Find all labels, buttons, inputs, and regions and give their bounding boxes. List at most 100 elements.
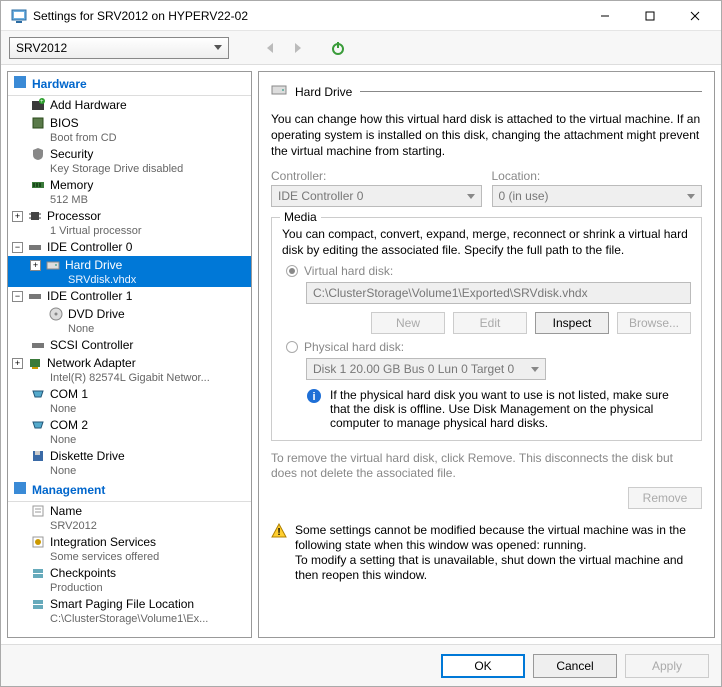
settings-window: Settings for SRV2012 on HYPERV22-02 SRV2… — [0, 0, 722, 687]
tree-paging-sub: C:\ClusterStorage\Volume1\Ex... — [8, 613, 251, 626]
dialog-footer: OK Cancel Apply — [1, 644, 721, 686]
tree-bios[interactable]: BIOS — [8, 114, 251, 132]
nav-back-button[interactable] — [259, 37, 281, 59]
tree-memory[interactable]: Memory — [8, 176, 251, 194]
scsi-icon — [30, 337, 46, 353]
apply-button: Apply — [625, 654, 709, 678]
tree-com2[interactable]: COM 2 — [8, 416, 251, 434]
expand-icon[interactable]: + — [12, 211, 23, 222]
minimize-button[interactable] — [582, 2, 627, 30]
tree-scsi[interactable]: SCSI Controller — [8, 336, 251, 354]
checkpoints-icon — [30, 565, 46, 581]
expand-icon[interactable]: + — [30, 260, 41, 271]
detail-panel: Hard Drive You can change how this virtu… — [258, 71, 715, 638]
com-port-icon — [30, 386, 46, 402]
management-icon — [14, 482, 26, 497]
tree-integration-sub: Some services offered — [8, 551, 251, 564]
tree-smart-paging[interactable]: Smart Paging File Location — [8, 595, 251, 613]
svg-text:+: + — [40, 99, 44, 105]
phd-radio: Physical hard disk: — [286, 340, 691, 354]
tree-com1[interactable]: COM 1 — [8, 385, 251, 403]
tree-diskette-sub: None — [8, 465, 251, 478]
remove-button: Remove — [628, 487, 702, 509]
warning-icon: ! — [271, 523, 287, 539]
close-button[interactable] — [672, 2, 717, 30]
media-groupbox: Media You can compact, convert, expand, … — [271, 217, 702, 441]
edit-button: Edit — [453, 312, 527, 334]
tree-network-sub: Intel(R) 82574L Gigabit Networ... — [8, 372, 251, 385]
name-icon — [30, 503, 46, 519]
tree-hard-drive[interactable]: +Hard Drive — [8, 256, 251, 274]
location-label: Location: — [492, 169, 703, 183]
media-title: Media — [280, 210, 321, 224]
tree-network-adapter[interactable]: +Network Adapter — [8, 354, 251, 372]
tree-integration[interactable]: Integration Services — [8, 533, 251, 551]
nav-forward-button[interactable] — [287, 37, 309, 59]
tree-diskette[interactable]: Diskette Drive — [8, 447, 251, 465]
power-button[interactable] — [327, 37, 349, 59]
tree-name-sub: SRV2012 — [8, 520, 251, 533]
vm-selector[interactable]: SRV2012 — [9, 37, 229, 59]
browse-button: Browse... — [617, 312, 691, 334]
tree-com1-sub: None — [8, 403, 251, 416]
info-icon: i — [306, 388, 322, 404]
window-title: Settings for SRV2012 on HYPERV22-02 — [33, 9, 582, 23]
tree-hard-drive-sub: SRVdisk.vhdx — [8, 274, 251, 287]
vhd-path-input: C:\ClusterStorage\Volume1\Exported\SRVdi… — [306, 282, 691, 304]
hardware-section-header: Hardware — [8, 72, 251, 96]
settings-tree[interactable]: Hardware +Add Hardware BIOSBoot from CD … — [7, 71, 252, 638]
management-section-header: Management — [8, 478, 251, 502]
media-desc: You can compact, convert, expand, merge,… — [282, 226, 691, 258]
panel-intro: You can change how this virtual hard dis… — [271, 111, 702, 159]
panel-heading: Hard Drive — [295, 85, 352, 99]
dvd-icon — [48, 306, 64, 322]
vm-selector-value: SRV2012 — [16, 41, 67, 55]
svg-text:!: ! — [277, 527, 280, 538]
tree-dvd-sub: None — [8, 323, 251, 336]
new-button: New — [371, 312, 445, 334]
tree-name[interactable]: Name — [8, 502, 251, 520]
hard-drive-icon — [271, 82, 287, 101]
warning-text: Some settings cannot be modified because… — [295, 523, 702, 583]
tree-processor-sub: 1 Virtual processor — [8, 225, 251, 238]
tree-add-hardware[interactable]: +Add Hardware — [8, 96, 251, 114]
tree-com2-sub: None — [8, 434, 251, 447]
add-hardware-icon: + — [30, 97, 46, 113]
vhd-radio: Virtual hard disk: — [286, 264, 691, 278]
tree-checkpoints-sub: Production — [8, 582, 251, 595]
expand-icon[interactable]: + — [12, 358, 23, 369]
controller-label: Controller: — [271, 169, 482, 183]
processor-icon — [27, 208, 43, 224]
tree-bios-sub: Boot from CD — [8, 132, 251, 145]
controller-icon — [27, 288, 43, 304]
maximize-button[interactable] — [627, 2, 672, 30]
tree-security-sub: Key Storage Drive disabled — [8, 163, 251, 176]
tree-dvd-drive[interactable]: DVD Drive — [8, 305, 251, 323]
tree-checkpoints[interactable]: Checkpoints — [8, 564, 251, 582]
paging-icon — [30, 596, 46, 612]
shield-icon — [30, 146, 46, 162]
network-icon — [27, 355, 43, 371]
diskette-icon — [30, 448, 46, 464]
svg-text:i: i — [312, 391, 315, 403]
radio-icon — [286, 265, 298, 277]
cancel-button[interactable]: Cancel — [533, 654, 617, 678]
phd-select: Disk 1 20.00 GB Bus 0 Lun 0 Target 0 — [306, 358, 546, 380]
tree-processor[interactable]: +Processor — [8, 207, 251, 225]
controller-select: IDE Controller 0 — [271, 185, 482, 207]
inspect-button[interactable]: Inspect — [535, 312, 609, 334]
tree-memory-sub: 512 MB — [8, 194, 251, 207]
titlebar: Settings for SRV2012 on HYPERV22-02 — [1, 1, 721, 31]
ok-button[interactable]: OK — [441, 654, 525, 678]
hardware-icon — [14, 76, 26, 91]
collapse-icon[interactable]: − — [12, 291, 23, 302]
integration-icon — [30, 534, 46, 550]
tree-ide0[interactable]: −IDE Controller 0 — [8, 238, 251, 256]
bios-icon — [30, 115, 46, 131]
app-icon — [11, 8, 27, 24]
tree-ide1[interactable]: −IDE Controller 1 — [8, 287, 251, 305]
collapse-icon[interactable]: − — [12, 242, 23, 253]
toolbar: SRV2012 — [1, 31, 721, 65]
hard-drive-icon — [45, 257, 61, 273]
tree-security[interactable]: Security — [8, 145, 251, 163]
